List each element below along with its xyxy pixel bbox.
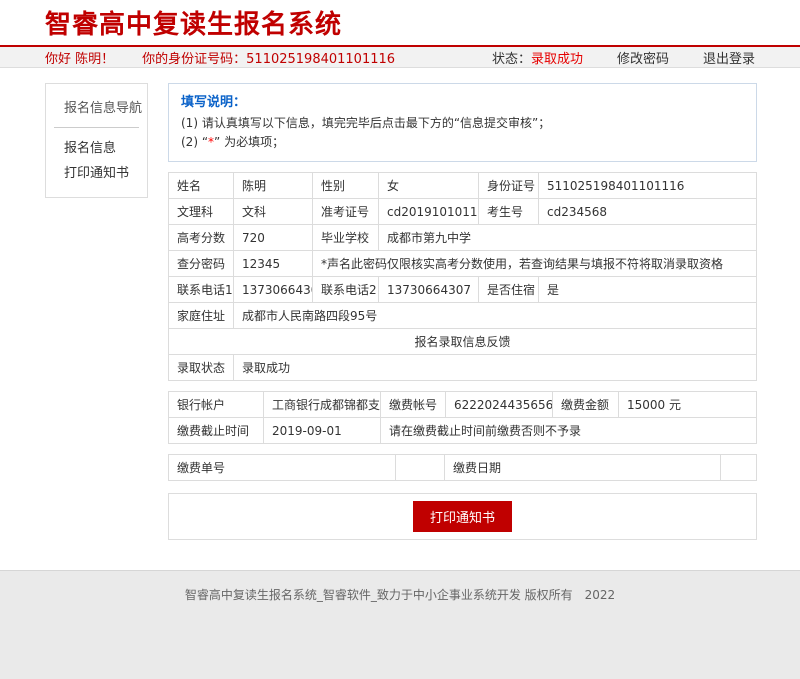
deadline-note: 请在缴费截止时间前缴费否则不予录 (381, 418, 757, 444)
footer: 智睿高中复读生报名系统_智睿软件_致力于中小企事业系统开发 版权所有 2022 (0, 570, 800, 679)
phone1-value: 13730664309 (234, 277, 313, 303)
account-label: 缴费帐号 (381, 392, 446, 418)
pay-date-label: 缴费日期 (445, 455, 721, 481)
phone2-label: 联系电话2 (313, 277, 379, 303)
id-number-text: 你的身份证号码：511025198401101116 (142, 48, 395, 67)
phone1-label: 联系电话1 (169, 277, 234, 303)
address-label: 家庭住址 (169, 303, 234, 329)
table-row: 缴费单号 缴费日期 (169, 455, 757, 481)
content-area: 报名信息导航 报名信息 打印通知书 填写说明： (1) 请认真填写以下信息，填完… (0, 68, 800, 540)
school-value: 成都市第九中学 (379, 225, 757, 251)
deadline-value: 2019-09-01 (264, 418, 381, 444)
sidebar-title: 报名信息导航 (64, 97, 147, 116)
boarding-value: 是 (539, 277, 757, 303)
payment-record-table: 缴费单号 缴费日期 (168, 454, 757, 481)
score-label: 高考分数 (169, 225, 234, 251)
boarding-label: 是否住宿 (479, 277, 539, 303)
exam-no-value: cd20191010115 (379, 199, 479, 225)
instructions-box: 填写说明： (1) 请认真填写以下信息，填完完毕后点击最下方的“信息提交审核”；… (168, 83, 757, 162)
id-value: 511025198401101116 (539, 173, 757, 199)
sidebar-item-print-notice[interactable]: 打印通知书 (64, 162, 147, 181)
gender-label: 性别 (313, 173, 379, 199)
name-value: 陈明 (234, 173, 313, 199)
payment-info-table: 银行帐户 工商银行成都锦都支行 缴费帐号 622202443565683 缴费金… (168, 391, 757, 444)
school-label: 毕业学校 (313, 225, 379, 251)
bank-value: 工商银行成都锦都支行 (264, 392, 381, 418)
candidate-no-value: cd234568 (539, 199, 757, 225)
user-bar: 你好 陈明！ 你的身份证号码：511025198401101116 状态： 录取… (0, 47, 800, 68)
query-pwd-note: *声名此密码仅限核实高考分数使用，若查询结果与填报不符将取消录取资格 (313, 251, 757, 277)
logout-link[interactable]: 退出登录 (703, 48, 755, 67)
instructions-line-2: (2) “*” 为必填项； (181, 133, 744, 152)
print-notice-button[interactable]: 打印通知书 (413, 501, 512, 532)
bank-label: 银行帐户 (169, 392, 264, 418)
gender-value: 女 (379, 173, 479, 199)
table-row: 银行帐户 工商银行成都锦都支行 缴费帐号 622202443565683 缴费金… (169, 392, 757, 418)
app-header: 智睿高中复读生报名系统 (0, 0, 800, 45)
exam-no-label: 准考证号 (313, 199, 379, 225)
candidate-no-label: 考生号 (479, 199, 539, 225)
order-no-label: 缴费单号 (169, 455, 396, 481)
instructions-title: 填写说明： (181, 91, 744, 110)
sidebar-divider (54, 127, 139, 128)
query-pwd-label: 查分密码 (169, 251, 234, 277)
app-title: 智睿高中复读生报名系统 (45, 4, 342, 41)
admission-status-value: 录取成功 (234, 355, 757, 381)
account-value: 622202443565683 (446, 392, 553, 418)
name-label: 姓名 (169, 173, 234, 199)
track-value: 文科 (234, 199, 313, 225)
query-pwd-value: 12345 (234, 251, 313, 277)
id-label: 身份证号 (479, 173, 539, 199)
registration-info-table: 姓名 陈明 性别 女 身份证号 511025198401101116 文理科 文… (168, 172, 757, 381)
address-value: 成都市人民南路四段95号 (234, 303, 757, 329)
sidebar: 报名信息导航 报名信息 打印通知书 (45, 83, 148, 198)
track-label: 文理科 (169, 199, 234, 225)
status-badge: 录取成功 (531, 48, 583, 67)
main-panel: 填写说明： (1) 请认真填写以下信息，填完完毕后点击最下方的“信息提交审核”；… (168, 83, 757, 540)
admission-status-label: 录取状态 (169, 355, 234, 381)
table-row: 姓名 陈明 性别 女 身份证号 511025198401101116 (169, 173, 757, 199)
table-row: 录取状态 录取成功 (169, 355, 757, 381)
status-label: 状态： (492, 48, 531, 67)
table-row: 高考分数 720 毕业学校 成都市第九中学 (169, 225, 757, 251)
instructions-line-1: (1) 请认真填写以下信息，填完完毕后点击最下方的“信息提交审核”； (181, 114, 744, 133)
amount-value: 15000 元 (619, 392, 757, 418)
pay-date-value (721, 455, 757, 481)
table-row: 家庭住址 成都市人民南路四段95号 (169, 303, 757, 329)
deadline-label: 缴费截止时间 (169, 418, 264, 444)
table-row: 文理科 文科 准考证号 cd20191010115 考生号 cd234568 (169, 199, 757, 225)
feedback-section-header: 报名录取信息反馈 (169, 329, 757, 355)
phone2-value: 13730664307 (379, 277, 479, 303)
sidebar-item-registration-info[interactable]: 报名信息 (64, 137, 147, 156)
order-no-value (396, 455, 445, 481)
table-row: 报名录取信息反馈 (169, 329, 757, 355)
copyright-text: 智睿高中复读生报名系统_智睿软件_致力于中小企事业系统开发 版权所有 2022 (0, 586, 800, 603)
amount-label: 缴费金额 (553, 392, 619, 418)
table-row: 缴费截止时间 2019-09-01 请在缴费截止时间前缴费否则不予录 (169, 418, 757, 444)
greeting-text: 你好 陈明！ (45, 48, 114, 67)
table-row: 联系电话1 13730664309 联系电话2 13730664307 是否住宿… (169, 277, 757, 303)
print-notice-box: 打印通知书 (168, 493, 757, 540)
change-password-link[interactable]: 修改密码 (617, 48, 669, 67)
table-row: 查分密码 12345 *声名此密码仅限核实高考分数使用，若查询结果与填报不符将取… (169, 251, 757, 277)
score-value: 720 (234, 225, 313, 251)
